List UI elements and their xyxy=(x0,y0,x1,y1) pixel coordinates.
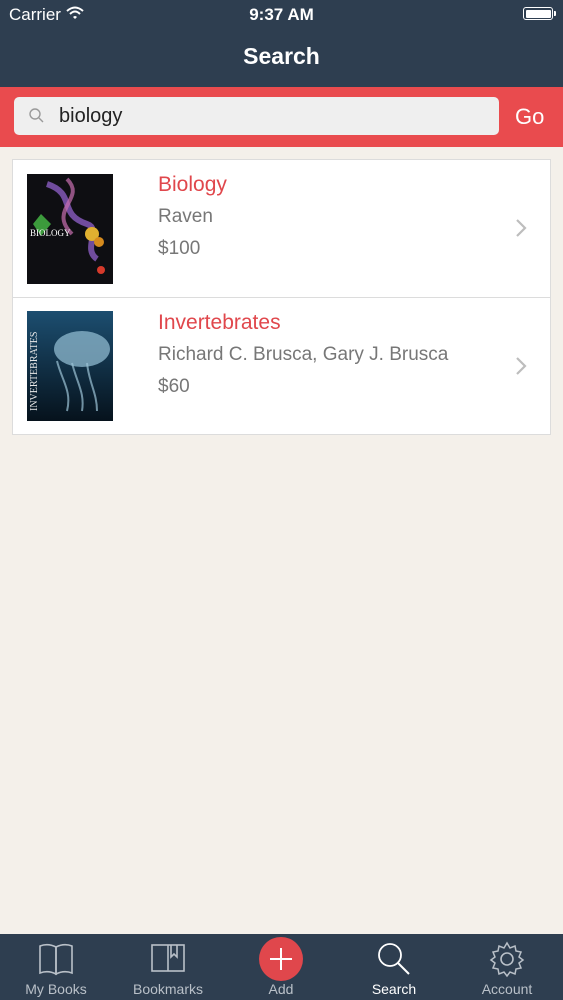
tab-search[interactable]: Search xyxy=(338,934,450,1000)
tab-label: Add xyxy=(268,981,294,997)
bookmark-icon xyxy=(151,944,185,972)
chevron-right-icon xyxy=(516,357,527,375)
book-price: $60 xyxy=(158,376,190,397)
book-title: Biology xyxy=(158,173,227,196)
search-input[interactable]: biology xyxy=(14,97,499,135)
go-button[interactable]: Go xyxy=(515,104,544,130)
search-results-list: BIOLOGY Biology Raven $100 INVERTEBRATES… xyxy=(12,159,551,435)
battery-icon xyxy=(523,7,556,20)
tab-bar: My Books Bookmarks Add Search Account xyxy=(0,934,563,1000)
tab-my-books[interactable]: My Books xyxy=(0,934,112,1000)
gear-icon xyxy=(489,941,525,978)
search-icon xyxy=(378,943,410,975)
search-bar: biology Go xyxy=(0,87,563,147)
book-cover-biology: BIOLOGY xyxy=(27,174,113,284)
plus-icon xyxy=(270,948,292,970)
page-title: Search xyxy=(243,43,320,69)
clock: 9:37 AM xyxy=(249,5,314,24)
book-title: Invertebrates xyxy=(158,311,281,334)
tab-bookmarks[interactable]: Bookmarks xyxy=(112,934,224,1000)
tab-label: Search xyxy=(371,981,417,997)
navigation-bar: Carrier 9:37 AM Search xyxy=(0,0,563,87)
book-author: Raven xyxy=(158,206,213,227)
search-query: biology xyxy=(59,105,123,127)
book-cover-invertebrates: INVERTEBRATES xyxy=(27,311,113,421)
tab-label: My Books xyxy=(25,981,87,997)
tab-label: Bookmarks xyxy=(132,981,204,997)
result-row-biology[interactable]: BIOLOGY Biology Raven $100 xyxy=(13,160,550,297)
tab-label: Account xyxy=(481,981,533,997)
book-price: $100 xyxy=(158,238,201,259)
book-author: Richard C. Brusca, Gary J. Brusca xyxy=(158,344,449,365)
tab-account[interactable]: Account xyxy=(451,934,563,1000)
search-icon xyxy=(29,108,44,123)
svg-text:BIOLOGY: BIOLOGY xyxy=(30,228,71,238)
result-row-invertebrates[interactable]: INVERTEBRATES Invertebrates Richard C. B… xyxy=(13,297,550,435)
svg-text:INVERTEBRATES: INVERTEBRATES xyxy=(29,332,40,411)
status-bar: Carrier 9:37 AM xyxy=(0,0,563,30)
book-open-icon xyxy=(39,943,73,976)
tab-add[interactable]: Add xyxy=(225,934,337,1000)
chevron-right-icon xyxy=(516,219,527,237)
